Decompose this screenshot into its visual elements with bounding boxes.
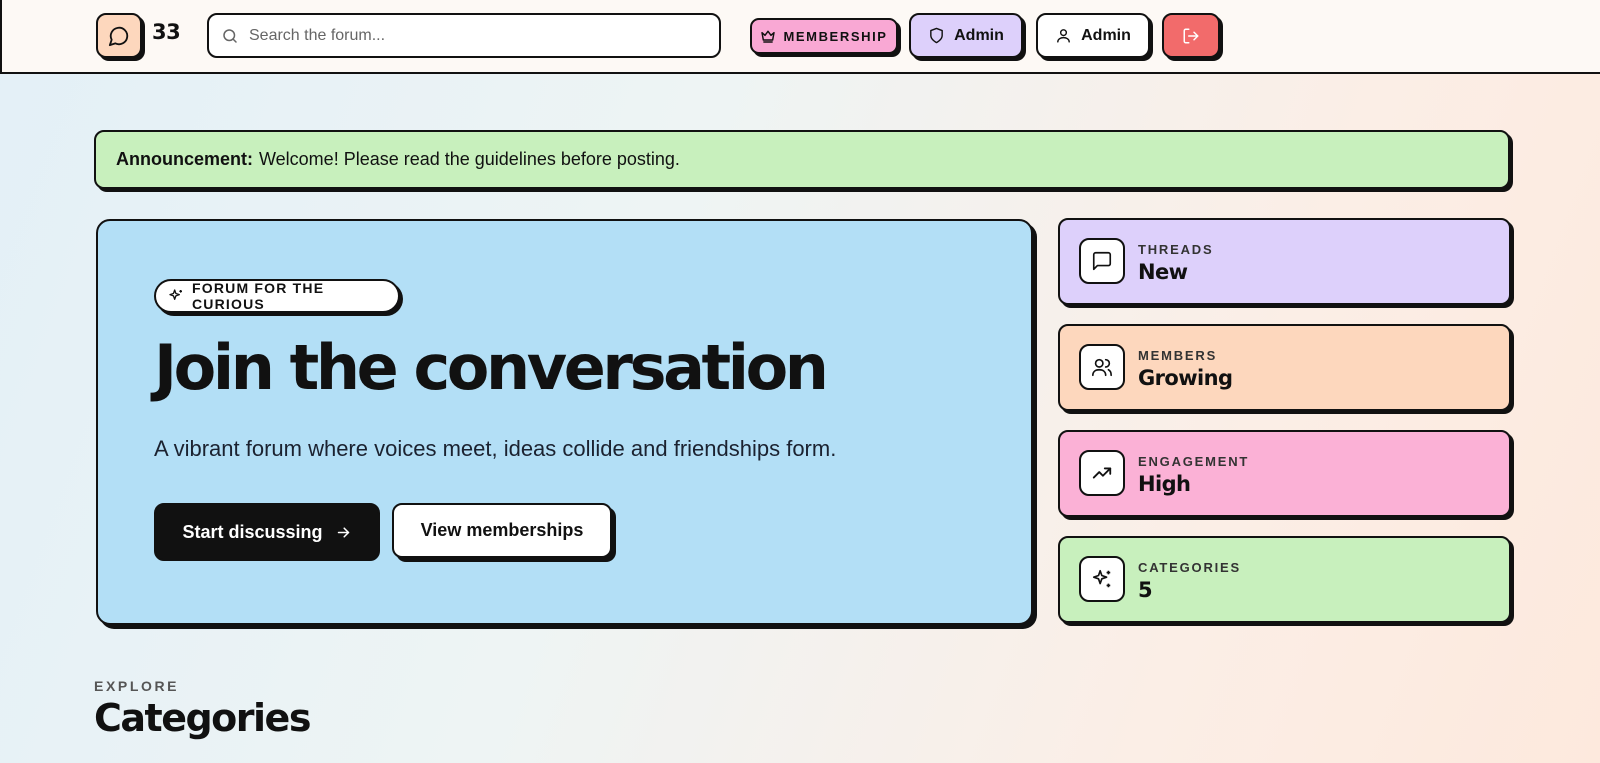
stat-value: High (1138, 472, 1191, 496)
message-square-icon (1079, 238, 1125, 284)
trending-up-icon (1079, 450, 1125, 496)
stat-value: Growing (1138, 366, 1233, 390)
stat-value: 5 (1138, 578, 1153, 602)
arrow-right-icon (335, 524, 352, 541)
stat-label: THREADS (1138, 242, 1214, 257)
section-eyebrow: EXPLORE (94, 678, 180, 694)
user-profile-button[interactable]: Admin (1036, 13, 1150, 58)
announcement-text: Welcome! Please read the guidelines befo… (259, 149, 680, 169)
search-box[interactable] (207, 13, 721, 58)
stat-label: MEMBERS (1138, 348, 1218, 363)
top-navbar: 33 MEMBERSHIP Admin Admin (0, 0, 1600, 74)
forum-logo-button[interactable] (96, 13, 142, 58)
membership-label: MEMBERSHIP (783, 28, 888, 44)
shield-icon (928, 27, 945, 44)
section-title: Categories (94, 696, 311, 740)
search-input[interactable] (249, 26, 689, 45)
stat-card-threads: THREADS New (1058, 218, 1511, 305)
admin-panel-label: Admin (954, 26, 1004, 44)
announcement-prefix: Announcement: (116, 149, 253, 169)
logout-button[interactable] (1162, 13, 1220, 58)
stat-value: New (1138, 260, 1188, 284)
user-icon (1055, 27, 1072, 44)
start-discussing-label: Start discussing (182, 521, 323, 542)
start-discussing-button[interactable]: Start discussing (154, 503, 380, 561)
stat-label: CATEGORIES (1138, 560, 1241, 575)
membership-button[interactable]: MEMBERSHIP (750, 18, 898, 54)
logo-count: 33 (152, 20, 181, 44)
sparkles-icon (168, 288, 184, 304)
user-profile-label: Admin (1081, 26, 1131, 44)
hero-subtitle: A vibrant forum where voices meet, ideas… (154, 436, 837, 461)
hero-card: FORUM FOR THE CURIOUS Join the conversat… (96, 219, 1033, 625)
tagline-text: FORUM FOR THE CURIOUS (192, 280, 325, 312)
view-memberships-label: View memberships (420, 520, 584, 540)
stat-card-members: MEMBERS Growing (1058, 324, 1511, 411)
tagline-badge: FORUM FOR THE CURIOUS (154, 279, 400, 313)
message-circle-icon (108, 25, 130, 47)
hero-title: Join the conversation (154, 331, 829, 404)
stat-card-engagement: ENGAGEMENT High (1058, 430, 1511, 517)
announcement-banner: Announcement: Welcome! Please read the g… (94, 130, 1510, 189)
logout-icon (1182, 27, 1200, 45)
stat-card-categories: CATEGORIES 5 (1058, 536, 1511, 623)
stat-label: ENGAGEMENT (1138, 454, 1250, 469)
admin-panel-button[interactable]: Admin (909, 13, 1023, 58)
search-icon (221, 27, 239, 45)
sparkles-icon (1079, 556, 1125, 602)
users-icon (1079, 344, 1125, 390)
view-memberships-button[interactable]: View memberships (392, 503, 612, 558)
crown-icon (760, 28, 776, 44)
